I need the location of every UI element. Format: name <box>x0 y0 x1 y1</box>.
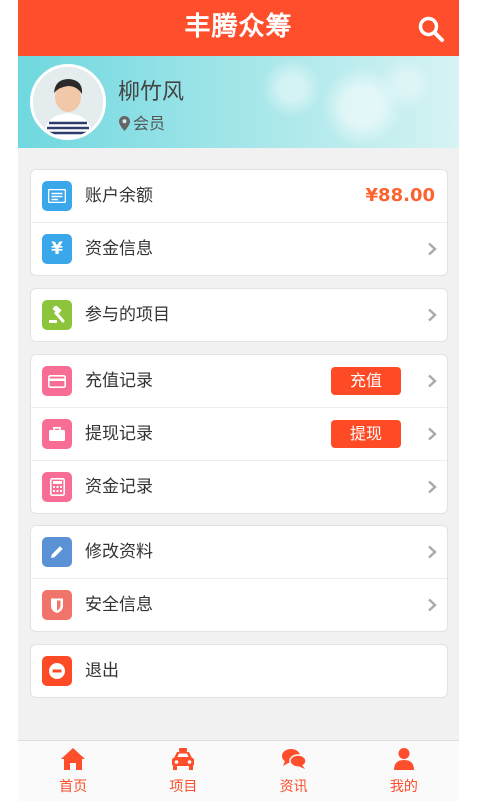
row-participated-projects[interactable]: 参与的项目 <box>31 289 447 341</box>
row-label: 充值记录 <box>85 371 153 391</box>
profile-banner: 柳竹风 会员 <box>18 56 459 148</box>
user-role: 会员 <box>119 110 165 134</box>
chevron-right-icon <box>428 242 437 256</box>
row-label: 账户余额 <box>85 186 153 206</box>
withdraw-button[interactable]: 提现 <box>331 420 401 448</box>
tab-label: 首页 <box>59 779 88 795</box>
row-recharge-records[interactable]: 充值记录 充值 <box>31 355 447 408</box>
location-pin-icon <box>119 116 130 131</box>
credit-card-icon <box>42 366 72 396</box>
account-card: 账户余额 ¥88.00 ¥ 资金信息 <box>30 169 448 276</box>
yen-icon: ¥ <box>42 234 72 264</box>
tab-home[interactable]: 首页 <box>18 741 128 801</box>
user-role-label: 会员 <box>133 114 166 133</box>
chat-icon <box>281 749 307 769</box>
logout-card: 退出 <box>30 644 448 698</box>
app-title: 丰腾众筹 <box>184 12 293 42</box>
tab-mine[interactable]: 我的 <box>349 741 459 801</box>
row-security-info[interactable]: 安全信息 <box>31 579 447 631</box>
tab-label: 项目 <box>169 779 198 795</box>
tab-label: 我的 <box>389 779 418 795</box>
avatar[interactable] <box>30 64 106 140</box>
calculator-icon <box>42 472 72 502</box>
chevron-right-icon <box>428 308 437 322</box>
user-name: 柳竹风 <box>118 80 185 105</box>
avatar-image <box>33 67 103 137</box>
taxi-icon <box>172 748 195 770</box>
tab-news[interactable]: 资讯 <box>239 741 349 801</box>
gavel-icon <box>42 300 72 330</box>
row-withdraw-records[interactable]: 提现记录 提现 <box>31 408 447 461</box>
shield-icon <box>42 590 72 620</box>
chevron-right-icon <box>428 374 437 388</box>
row-edit-profile[interactable]: 修改资料 <box>31 526 447 579</box>
row-label: 安全信息 <box>85 595 153 615</box>
tab-projects[interactable]: 项目 <box>128 741 238 801</box>
chevron-right-icon <box>428 480 437 494</box>
row-label: 退出 <box>85 661 119 681</box>
minus-circle-icon <box>42 656 72 686</box>
user-icon <box>393 748 414 770</box>
pencil-icon <box>42 537 72 567</box>
records-card: 充值记录 充值 提现记录 提现 资金记录 <box>30 354 448 514</box>
app-screen: 丰腾众筹 柳竹风 会员 账户余额 ¥88.00 ¥ 资金信息 参与的项目 充值记… <box>18 0 459 801</box>
row-label: 资金记录 <box>85 477 153 497</box>
row-label: 修改资料 <box>85 542 153 562</box>
chevron-right-icon <box>428 427 437 441</box>
tab-label: 资讯 <box>279 779 308 795</box>
row-funds-records[interactable]: 资金记录 <box>31 461 447 513</box>
search-icon[interactable] <box>417 15 445 43</box>
row-label: 提现记录 <box>85 424 153 444</box>
wallet-icon <box>42 181 72 211</box>
balance-amount: ¥88.00 <box>365 185 435 206</box>
top-header: 丰腾众筹 <box>18 0 459 56</box>
settings-card: 修改资料 安全信息 <box>30 525 448 632</box>
recharge-button[interactable]: 充值 <box>331 367 401 395</box>
row-label: 参与的项目 <box>85 305 170 325</box>
row-funds-info[interactable]: ¥ 资金信息 <box>31 223 447 275</box>
home-icon <box>61 748 86 770</box>
row-logout[interactable]: 退出 <box>31 645 447 697</box>
row-label: 资金信息 <box>85 239 153 259</box>
row-account-balance[interactable]: 账户余额 ¥88.00 <box>31 170 447 223</box>
briefcase-icon <box>42 419 72 449</box>
chevron-right-icon <box>428 598 437 612</box>
projects-card: 参与的项目 <box>30 288 448 342</box>
chevron-right-icon <box>428 545 437 559</box>
bottom-tab-bar: 首页 项目 资讯 我的 <box>18 740 459 801</box>
